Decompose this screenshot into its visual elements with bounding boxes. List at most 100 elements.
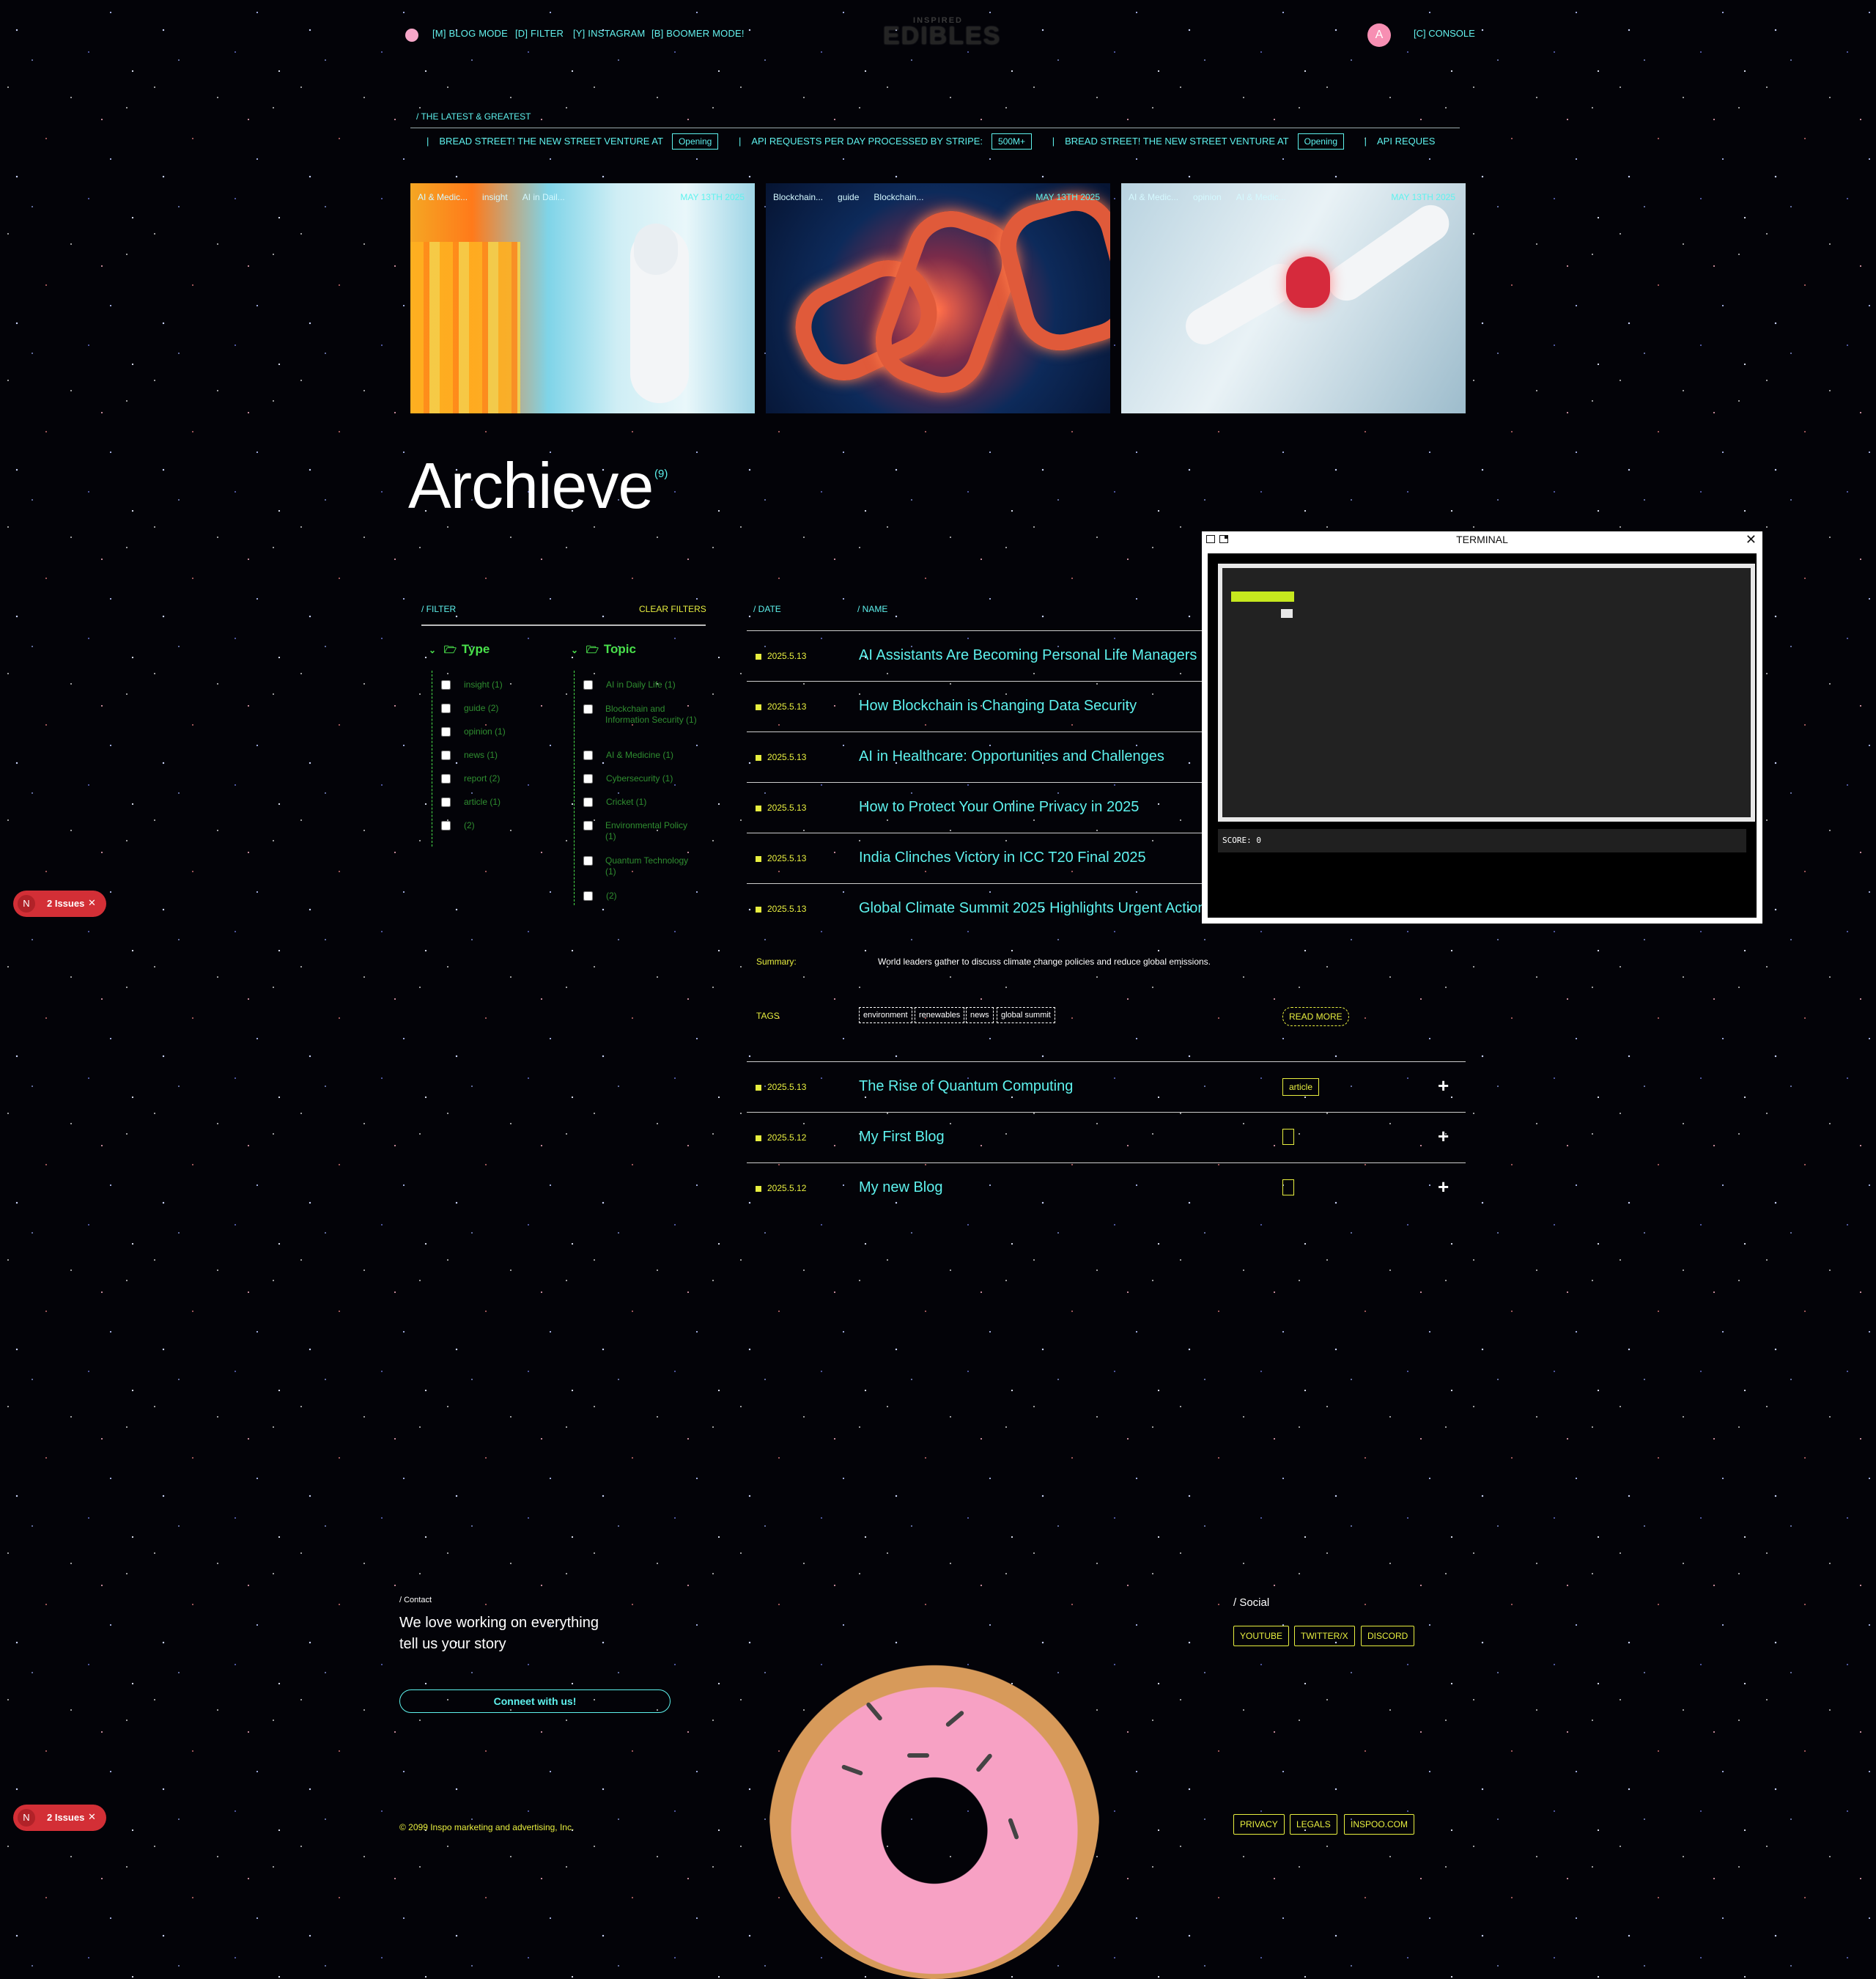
checkbox[interactable] xyxy=(583,891,593,902)
filter-option[interactable]: insight (1) xyxy=(441,679,503,690)
filter-option[interactable]: article (1) xyxy=(441,797,501,808)
row-date: 2025.5.13 xyxy=(756,701,806,712)
card-tag[interactable]: guide xyxy=(838,192,859,202)
maximize-icon[interactable] xyxy=(1219,535,1228,543)
checkbox[interactable] xyxy=(441,774,451,784)
row-title[interactable]: How Blockchain is Changing Data Security xyxy=(859,698,1137,715)
row-title[interactable]: My new Blog xyxy=(859,1179,943,1196)
row-title[interactable]: My First Blog xyxy=(859,1129,945,1146)
read-more-button[interactable]: READ MORE xyxy=(1282,1007,1349,1026)
avatar[interactable]: A xyxy=(1367,23,1391,47)
card-tag[interactable]: opinion xyxy=(1193,192,1222,202)
row-title[interactable]: The Rise of Quantum Computing xyxy=(859,1078,1073,1095)
checkbox[interactable] xyxy=(441,727,451,737)
donut-image xyxy=(769,1649,1099,1979)
checkbox[interactable] xyxy=(441,797,451,808)
mode-dot[interactable] xyxy=(405,29,418,42)
twitter-link[interactable]: TWITTER/X xyxy=(1294,1626,1355,1646)
name-column-header[interactable]: / NAME xyxy=(857,604,887,614)
filter-option[interactable]: (2) xyxy=(583,891,701,902)
inspoo-link[interactable]: INSPOO.COM xyxy=(1344,1814,1415,1835)
row-title[interactable]: AI in Healthcare: Opportunities and Chal… xyxy=(859,748,1164,765)
date-column-header[interactable]: / DATE xyxy=(753,604,781,614)
checkbox[interactable] xyxy=(583,704,593,715)
youtube-link[interactable]: YOUTUBE xyxy=(1233,1626,1290,1646)
filter-option[interactable]: opinion (1) xyxy=(441,726,506,737)
checkbox[interactable] xyxy=(583,821,593,831)
checkbox[interactable] xyxy=(441,821,451,831)
tag-chip[interactable]: news xyxy=(966,1007,994,1023)
nav-instagram[interactable]: [Y] INSTAGRAM xyxy=(573,28,645,39)
issues-badge[interactable]: N 2 Issues ✕ xyxy=(13,1805,106,1831)
connect-button[interactable]: Conneet with us! xyxy=(399,1689,671,1713)
row-title[interactable]: AI Assistants Are Becoming Personal Life… xyxy=(859,647,1197,664)
checkbox[interactable] xyxy=(441,704,451,714)
filter-option[interactable]: news (1) xyxy=(441,750,498,761)
checkbox[interactable] xyxy=(583,680,593,690)
expand-plus-icon[interactable]: + xyxy=(1438,1176,1449,1198)
featured-card-ai-daily-life[interactable]: AI & Medic... insight AI in Dail... MAY 13… xyxy=(410,183,755,413)
filter-option[interactable]: (2) xyxy=(441,820,475,831)
filter-option[interactable]: AI in Daily Life (1) xyxy=(583,679,701,690)
row-title[interactable]: India Clinches Victory in ICC T20 Final … xyxy=(859,850,1146,866)
legals-link[interactable]: LEGALS xyxy=(1290,1814,1337,1835)
checkbox[interactable] xyxy=(583,774,593,784)
site-logo[interactable]: INSPIRED EDIBLES xyxy=(883,16,1000,48)
nav-boomer-mode[interactable]: [B] BOOMER MODE! xyxy=(651,28,745,39)
game-screen[interactable] xyxy=(1218,564,1755,822)
nav-filter[interactable]: [D] FILTER xyxy=(515,28,564,39)
checkbox[interactable] xyxy=(441,680,451,690)
close-icon[interactable]: ✕ xyxy=(88,897,96,909)
card-tag[interactable]: AI & Medic... xyxy=(418,192,468,202)
privacy-link[interactable]: PRIVACY xyxy=(1233,1814,1285,1835)
nav-blog-mode[interactable]: [M] BLOG MODE xyxy=(432,28,508,39)
card-tag[interactable]: AI in Dail... xyxy=(522,192,565,202)
minimize-icon[interactable] xyxy=(1206,535,1215,543)
terminal-body[interactable]: SCORE: 0 xyxy=(1208,553,1757,918)
card-tag[interactable]: AI & Medic... xyxy=(1236,192,1286,202)
expand-plus-icon[interactable]: + xyxy=(1438,1125,1449,1148)
terminal-titlebar[interactable]: TERMINAL ✕ xyxy=(1202,531,1762,548)
issues-badge[interactable]: N 2 Issues ✕ xyxy=(13,891,106,917)
row-title[interactable]: How to Protect Your Online Privacy in 20… xyxy=(859,799,1139,816)
filter-option[interactable]: Blockchain and Information Security (1) xyxy=(583,704,697,726)
featured-card-ai-healthcare[interactable]: AI & Medic... opinion AI & Medic... MAY 13… xyxy=(1121,183,1466,413)
close-icon[interactable]: ✕ xyxy=(1746,531,1757,548)
checkbox[interactable] xyxy=(441,751,451,761)
robot-head xyxy=(634,224,678,275)
filter-option[interactable]: Quantum Technology (1) xyxy=(583,855,697,877)
summary-text: World leaders gather to discuss climate … xyxy=(878,957,1211,967)
featured-card-blockchain[interactable]: Blockchain... guide Blockchain... MAY 13TH… xyxy=(766,183,1110,413)
card-tag[interactable]: Blockchain... xyxy=(773,192,823,202)
tree-rail xyxy=(574,671,575,905)
ticker-separator: | xyxy=(738,136,742,147)
card-tag[interactable]: AI & Medic... xyxy=(1129,192,1178,202)
checkbox[interactable] xyxy=(583,797,593,808)
console-button[interactable]: [C] CONSOLE xyxy=(1414,28,1475,39)
checkbox[interactable] xyxy=(583,856,593,866)
filter-option[interactable]: report (2) xyxy=(441,773,500,784)
filter-group-type[interactable]: ⌄ 🗁 Type xyxy=(429,642,490,660)
discord-link[interactable]: DISCORD xyxy=(1361,1626,1415,1646)
tag-chip[interactable]: renewables xyxy=(915,1007,965,1023)
row-date: 2025.5.13 xyxy=(756,651,806,661)
filter-group-topic[interactable]: ⌄ 🗁 Topic xyxy=(571,642,636,660)
clear-filters-button[interactable]: CLEAR FILTERS xyxy=(639,604,706,614)
filter-option[interactable]: Cybersecurity (1) xyxy=(583,773,701,784)
filter-option[interactable]: Cricket (1) xyxy=(583,797,701,808)
filter-option[interactable]: AI & Medicine (1) xyxy=(583,750,701,761)
close-icon[interactable]: ✕ xyxy=(88,1811,96,1823)
row-title[interactable]: Global Climate Summit 2025 Highlights Ur… xyxy=(859,900,1206,917)
checkbox[interactable] xyxy=(583,751,593,761)
filter-option-label: AI in Daily Life (1) xyxy=(606,679,676,690)
filter-option[interactable]: Environmental Policy (1) xyxy=(583,820,697,842)
filter-option[interactable]: guide (2) xyxy=(441,703,498,714)
tag-chip[interactable]: environment xyxy=(859,1007,912,1023)
robot-arm-image xyxy=(1321,198,1457,308)
tag-chip[interactable]: global summit xyxy=(997,1007,1055,1023)
card-tag[interactable]: insight xyxy=(482,192,508,202)
chain-link-image xyxy=(990,185,1110,361)
terminal-window[interactable]: TERMINAL ✕ SCORE: 0 xyxy=(1202,531,1762,924)
card-tag[interactable]: Blockchain... xyxy=(874,192,923,202)
expand-plus-icon[interactable]: + xyxy=(1438,1075,1449,1097)
